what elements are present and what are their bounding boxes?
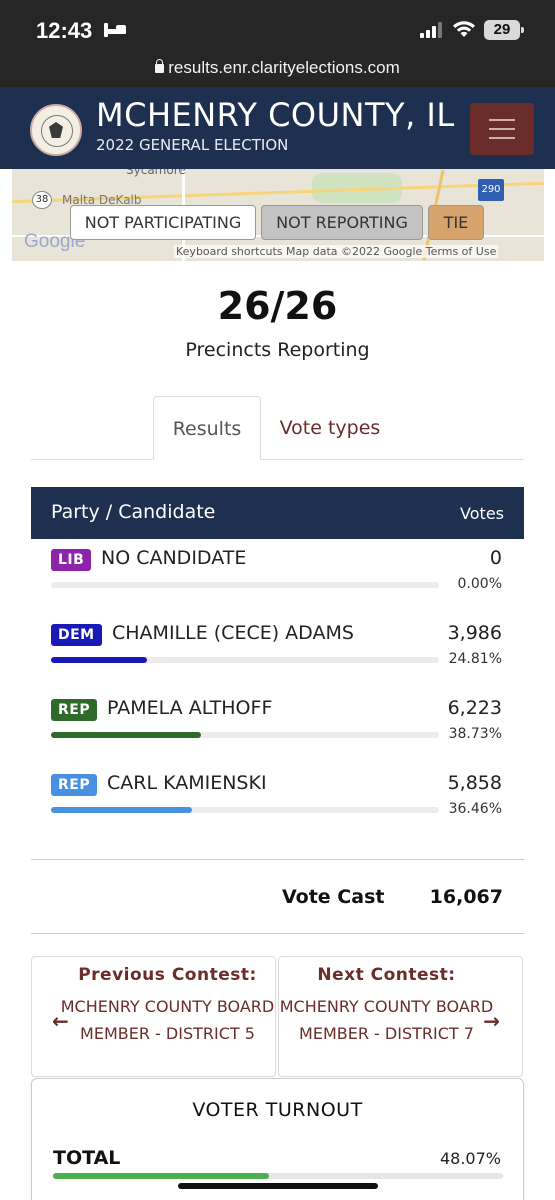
candidate-votes: 3,986 (447, 622, 502, 644)
candidate-percent: 0.00% (457, 576, 502, 592)
precincts-count: 26/26 (217, 284, 338, 328)
results-table-header: Party / Candidate Votes (31, 487, 524, 539)
party-badge: REP (51, 699, 98, 721)
candidate-name: CHAMILLE (CECE) ADAMS (112, 622, 354, 644)
vote-share-fill (51, 732, 202, 738)
precincts-label: Precincts Reporting (185, 339, 370, 361)
vote-share-fill (51, 657, 148, 663)
vote-share-bar (51, 732, 439, 738)
legend-not-reporting: NOT REPORTING (261, 205, 423, 240)
vote-cast-label: Vote Cast (282, 886, 385, 908)
party-badge: REP (51, 774, 98, 796)
voter-turnout-card: VOTER TURNOUT TOTAL 48.07% (31, 1078, 524, 1200)
candidate-votes: 6,223 (447, 697, 502, 719)
next-contest-link[interactable]: → Next Contest: MCHENRY COUNTY BOARD MEM… (278, 956, 523, 1077)
home-indicator[interactable] (178, 1183, 378, 1189)
column-header-party-candidate: Party / Candidate (51, 501, 216, 523)
party-badge: DEM (51, 624, 102, 646)
vote-share-bar (51, 582, 439, 588)
url-text: results.enr.clarityelections.com (168, 58, 400, 77)
interstate-shield-icon: 290 (478, 179, 504, 201)
turnout-total-label: TOTAL (53, 1147, 121, 1169)
site-header: MCHENRY COUNTY, IL 2022 GENERAL ELECTION (0, 87, 555, 169)
vote-cast-value: 16,067 (429, 886, 503, 908)
candidate-percent: 24.81% (448, 651, 502, 667)
map-attribution[interactable]: Keyboard shortcuts Map data ©2022 Google… (174, 245, 499, 258)
tab-results[interactable]: Results (153, 396, 261, 460)
candidate-row: REP PAMELA ALTHOFF 6,223 38.73% (31, 697, 524, 774)
vote-share-fill (51, 807, 193, 813)
next-contest-title: Next Contest: (317, 965, 456, 985)
page-title: MCHENRY COUNTY, IL (96, 96, 455, 134)
candidate-name: PAMELA ALTHOFF (107, 697, 273, 719)
candidate-name: CARL KAMIENSKI (107, 772, 267, 794)
next-contest-name: MCHENRY COUNTY BOARD MEMBER - DISTRICT 7 (279, 997, 494, 1043)
candidate-percent: 36.46% (448, 801, 502, 817)
wifi-icon (453, 21, 475, 37)
clock: 12:43 (36, 18, 93, 43)
election-subtitle: 2022 GENERAL ELECTION (96, 136, 289, 154)
candidate-votes: 0 (489, 547, 502, 569)
route-shield-icon: 38 (32, 191, 52, 209)
cellular-signal-icon (420, 22, 442, 38)
url-bar[interactable]: results.enr.clarityelections.com (0, 58, 555, 78)
sleep-focus-icon (104, 23, 126, 37)
party-badge: LIB (51, 549, 92, 571)
candidate-percent: 38.73% (448, 726, 502, 742)
vote-share-bar (51, 807, 439, 813)
candidate-votes: 5,858 (447, 772, 502, 794)
tab-vote-types[interactable]: Vote types (270, 396, 390, 460)
previous-contest-link[interactable]: ← Previous Contest: MCHENRY COUNTY BOARD… (31, 956, 276, 1077)
turnout-percent: 48.07% (439, 1149, 501, 1168)
turnout-bar-fill (53, 1173, 270, 1179)
candidate-name: NO CANDIDATE (101, 547, 247, 569)
county-seal-logo[interactable] (30, 104, 82, 156)
hamburger-menu-button[interactable] (470, 103, 534, 155)
candidate-row: DEM CHAMILLE (CECE) ADAMS 3,986 24.81% (31, 622, 524, 699)
lock-icon (155, 59, 165, 73)
previous-contest-name: MCHENRY COUNTY BOARD MEMBER - DISTRICT 5 (60, 997, 275, 1043)
vote-share-bar (51, 657, 439, 663)
turnout-bar (53, 1173, 503, 1179)
previous-contest-title: Previous Contest: (78, 965, 257, 985)
map-town-label: Sycamore (126, 169, 186, 177)
status-bar: 12:43 29 results.enr.clarityelections.co… (0, 0, 555, 87)
column-header-votes: Votes (460, 504, 504, 523)
legend-tie: TIE (428, 205, 484, 240)
legend-not-participating: NOT PARTICIPATING (70, 205, 256, 240)
candidate-row: REP CARL KAMIENSKI 5,858 36.46% (31, 772, 524, 849)
candidate-row: LIB NO CANDIDATE 0 0.00% (31, 547, 524, 624)
battery-icon: 29 (484, 20, 524, 40)
voter-turnout-title: VOTER TURNOUT (192, 1099, 363, 1121)
